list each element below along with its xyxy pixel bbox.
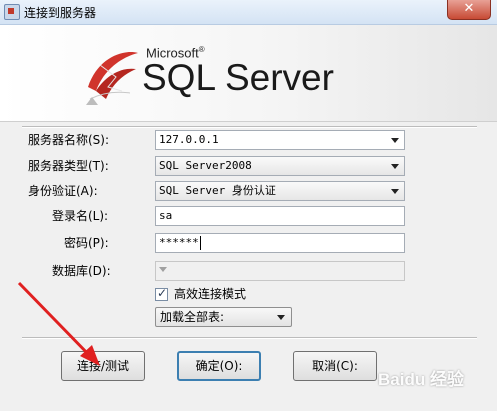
watermark: Baidu 经验 bbox=[378, 370, 464, 389]
chevron-down-icon[interactable] bbox=[274, 310, 288, 324]
divider bbox=[22, 126, 477, 128]
authentication-value: SQL Server 身份认证 bbox=[159, 184, 276, 197]
sql-server-logo-icon bbox=[86, 52, 138, 105]
product-banner: Microsoft® SQL Server bbox=[0, 25, 497, 122]
server-name-combobox[interactable]: 127.0.0.1 bbox=[155, 130, 405, 150]
chevron-down-icon[interactable] bbox=[388, 184, 402, 198]
chevron-down-icon[interactable] bbox=[388, 133, 402, 147]
password-input[interactable]: ****** bbox=[155, 233, 405, 253]
login-label: 登录名(L): bbox=[52, 209, 109, 223]
app-icon bbox=[4, 4, 20, 20]
load-tables-select[interactable]: 加载全部表: bbox=[155, 307, 292, 327]
connect-dialog: 连接到服务器 ✕ Microsoft® SQL Server 服务器名称(S):… bbox=[0, 0, 497, 411]
efficient-mode-label[interactable]: 高效连接模式 bbox=[174, 285, 246, 303]
ok-button[interactable]: 确定(O): bbox=[177, 351, 261, 381]
title-bar: 连接到服务器 ✕ bbox=[0, 0, 497, 25]
window-title: 连接到服务器 bbox=[24, 6, 97, 20]
server-name-label: 服务器名称(S): bbox=[28, 133, 110, 147]
text-caret bbox=[199, 236, 201, 250]
login-input[interactable]: sa bbox=[155, 206, 405, 226]
cancel-button[interactable]: 取消(C): bbox=[293, 351, 377, 381]
server-name-value: 127.0.0.1 bbox=[159, 133, 219, 146]
divider bbox=[22, 337, 477, 339]
database-label: 数据库(D): bbox=[52, 264, 111, 278]
password-value: ****** bbox=[159, 236, 199, 249]
login-value: sa bbox=[159, 209, 173, 222]
efficient-mode-checkbox[interactable] bbox=[155, 286, 168, 301]
database-dropdown bbox=[155, 261, 405, 281]
close-button[interactable]: ✕ bbox=[447, 0, 491, 20]
server-type-value: SQL Server2008 bbox=[159, 159, 252, 172]
server-type-dropdown[interactable]: SQL Server2008 bbox=[155, 156, 405, 176]
connect-test-button[interactable]: 连接/测试 bbox=[61, 351, 145, 381]
authentication-dropdown[interactable]: SQL Server 身份认证 bbox=[155, 181, 405, 201]
chevron-down-icon[interactable] bbox=[388, 159, 402, 173]
authentication-label: 身份验证(A): bbox=[28, 184, 98, 198]
load-tables-value: 加载全部表: bbox=[160, 310, 225, 324]
product-name: SQL Server bbox=[142, 57, 334, 98]
server-type-label: 服务器类型(T): bbox=[28, 159, 109, 173]
close-icon: ✕ bbox=[463, 1, 475, 16]
